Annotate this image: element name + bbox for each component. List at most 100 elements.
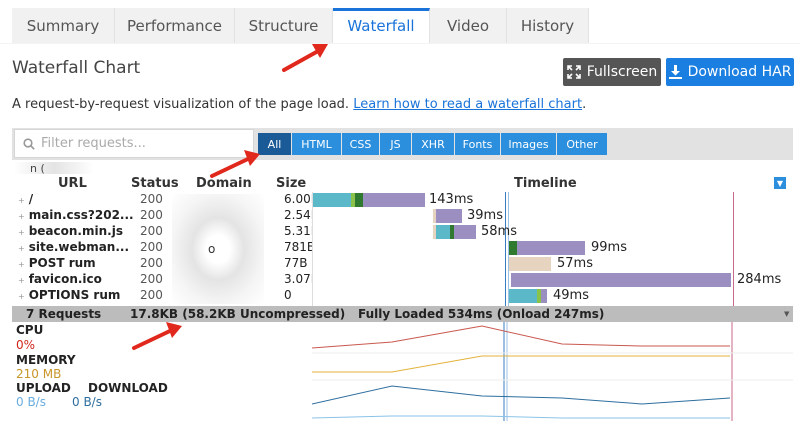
resource-metrics-chart: [312, 322, 793, 421]
scroll-down-icon[interactable]: ▼: [784, 310, 789, 318]
row-size: 2.54KE: [284, 208, 312, 222]
timeline-dropdown-icon[interactable]: ▼: [774, 177, 786, 189]
row-status: 200: [140, 272, 163, 286]
timeline-bar[interactable]: [509, 257, 551, 271]
download-har-button[interactable]: Download HAR: [666, 58, 794, 86]
tab-video[interactable]: Video: [430, 8, 507, 44]
row-size: 0: [284, 288, 292, 302]
col-size[interactable]: Size: [276, 176, 306, 191]
table-row[interactable]: favicon.ico 200 3.07KE: [12, 272, 312, 288]
upload-value: 0 B/s: [16, 395, 46, 409]
timeline-bar[interactable]: [509, 289, 547, 303]
row-url: POST rum: [18, 256, 136, 270]
upload-line: [312, 415, 730, 419]
table-row[interactable]: OPTIONS rum 200 0: [12, 288, 312, 304]
row-status: 200: [140, 240, 163, 254]
filter-html-button[interactable]: HTML: [292, 133, 341, 155]
row-size: 77B: [284, 256, 308, 270]
redacted-text: [14, 162, 94, 174]
timeline-duration: 57ms: [557, 256, 593, 271]
tab-waterfall[interactable]: Waterfall: [333, 8, 430, 44]
table-row[interactable]: / 200 6.00KE: [12, 192, 312, 208]
fully-loaded-time: Fully Loaded 534ms (Onload 247ms): [358, 307, 605, 321]
expand-icon: [566, 65, 581, 79]
col-status[interactable]: Status: [131, 176, 179, 191]
memory-label: MEMORY: [16, 353, 76, 367]
filter-images-button[interactable]: Images: [501, 133, 556, 155]
cpu-value: 0%: [16, 338, 36, 352]
tab-structure[interactable]: Structure: [235, 8, 333, 44]
help-link[interactable]: Learn how to read a waterfall chart: [353, 97, 582, 112]
row-url: beacon.min.js: [18, 224, 136, 238]
upload-label: UPLOAD: [16, 381, 71, 395]
timeline-duration: 49ms: [553, 288, 589, 303]
timeline-bar[interactable]: [433, 209, 462, 223]
fully-loaded-line: [733, 192, 734, 306]
summary-bar: 7 Requests 17.8KB (58.2KB Uncompressed) …: [12, 306, 793, 322]
row-status: 200: [140, 192, 163, 206]
filter-js-button[interactable]: JS: [380, 133, 411, 155]
row-status: 200: [140, 208, 163, 222]
timeline-duration: 143ms: [429, 192, 474, 207]
redacted-domain-column: [172, 194, 264, 304]
timeline-bar[interactable]: [509, 241, 585, 255]
download-icon: [668, 65, 682, 79]
timeline-duration: 39ms: [467, 208, 503, 223]
col-url[interactable]: URL: [58, 176, 87, 191]
row-url: site.webman...: [18, 240, 136, 254]
dom-content-line: [505, 192, 506, 306]
transfer-size: 17.8KB (58.2KB Uncompressed): [130, 307, 346, 321]
download-har-label: Download HAR: [687, 64, 792, 80]
download-label: DOWNLOAD: [88, 381, 168, 395]
row-domain: o: [208, 242, 216, 256]
search-icon: [23, 137, 35, 150]
timeline-bar[interactable]: [313, 193, 425, 207]
waterfall-timeline: 143ms 39ms 58ms 99ms 57ms 284ms 49ms: [312, 192, 793, 306]
filter-fonts-button[interactable]: Fonts: [455, 133, 500, 155]
row-size: 3.07KE: [284, 272, 312, 286]
row-status: 200: [140, 224, 163, 238]
table-row[interactable]: main.css?202... 200 2.54KE: [12, 208, 312, 224]
description-text: A request-by-request visualization of th…: [12, 97, 350, 112]
table-row[interactable]: beacon.min.js 200 5.31KE: [12, 224, 312, 240]
col-timeline[interactable]: Timeline: [514, 176, 577, 191]
download-value: 0 B/s: [72, 395, 102, 409]
page-title: Waterfall Chart: [12, 58, 141, 78]
table-header: URL Status Domain Size Timeline: [12, 176, 793, 192]
table-row[interactable]: site.webman... 200 781B: [12, 240, 312, 256]
timeline-duration: 99ms: [591, 240, 627, 255]
request-list: / 200 6.00KE main.css?202... 200 2.54KE beac…: [12, 192, 312, 304]
row-url: favicon.ico: [18, 272, 136, 286]
tab-summary[interactable]: Summary: [12, 8, 115, 44]
fullscreen-label: Fullscreen: [586, 64, 658, 80]
filter-other-button[interactable]: Other: [557, 133, 607, 155]
table-row[interactable]: POST rum 200 77B: [12, 256, 312, 272]
row-status: 200: [140, 256, 163, 270]
page-description: A request-by-request visualization of th…: [12, 97, 586, 112]
row-url: OPTIONS rum: [18, 288, 136, 302]
cpu-label: CPU: [16, 323, 44, 337]
arrow-annotation: [210, 150, 260, 178]
filter-xhr-button[interactable]: XHR: [412, 133, 454, 155]
tabs-divider: [0, 43, 800, 44]
arrow-annotation: [132, 322, 182, 350]
timeline-duration: 284ms: [737, 272, 782, 287]
download-line: [312, 385, 731, 405]
description-end: .: [582, 97, 587, 112]
tab-bar: Summary Performance Structure Waterfall …: [12, 8, 589, 44]
row-size: 781B: [284, 240, 312, 254]
timeline-duration: 58ms: [481, 224, 517, 239]
tab-performance[interactable]: Performance: [115, 8, 235, 44]
request-count: 7 Requests: [26, 307, 102, 321]
row-status: 200: [140, 288, 163, 302]
row-size: 5.31KE: [284, 224, 312, 238]
timeline-bar[interactable]: [433, 225, 476, 239]
memory-value: 210 MB: [16, 367, 62, 381]
filter-css-button[interactable]: CSS: [342, 133, 379, 155]
memory-line: [312, 355, 730, 373]
partial-text: n (: [30, 162, 45, 175]
tab-history[interactable]: History: [507, 8, 589, 44]
timeline-bar[interactable]: [511, 273, 731, 287]
fullscreen-button[interactable]: Fullscreen: [563, 58, 661, 86]
row-size: 6.00KE: [284, 192, 312, 206]
